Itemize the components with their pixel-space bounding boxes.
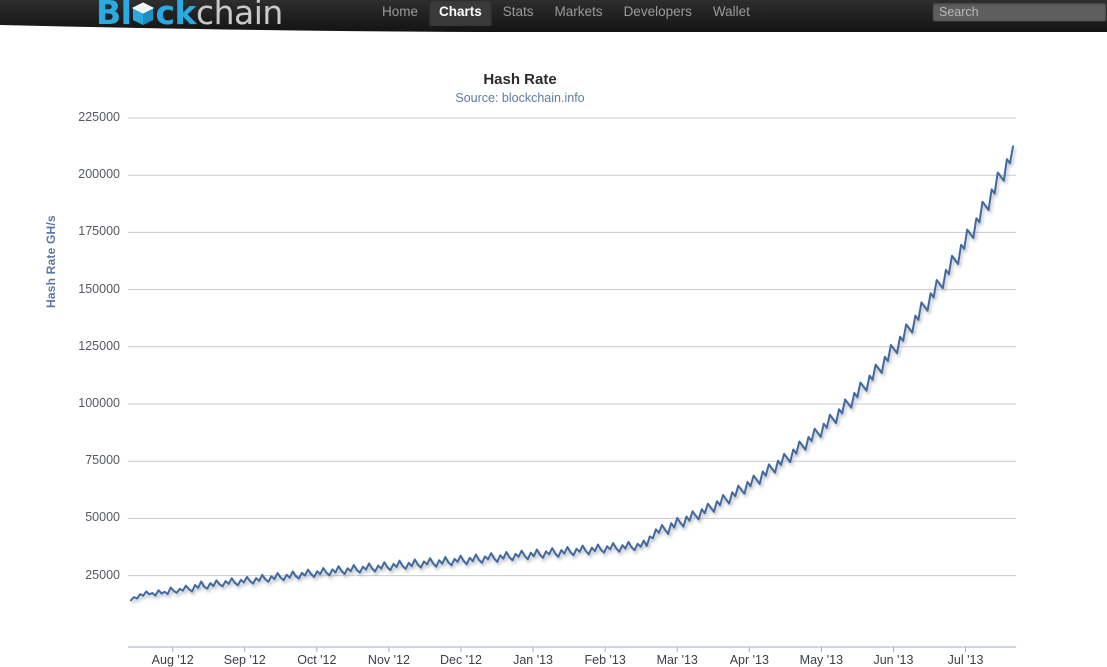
- blockchain-logo[interactable]: Bl ckchain: [96, 0, 283, 30]
- chart-gridlines: [128, 117, 1016, 577]
- nav-item-charts[interactable]: Charts: [429, 0, 492, 26]
- nav-item-home[interactable]: Home: [372, 0, 428, 26]
- plot-canvas: [128, 117, 1016, 652]
- logo-text-ck: ck: [155, 0, 196, 32]
- hash-rate-line: [130, 145, 1014, 602]
- nav-item-developers[interactable]: Developers: [614, 0, 702, 26]
- search-input[interactable]: [932, 2, 1107, 22]
- nav-item-stats[interactable]: Stats: [493, 0, 544, 26]
- cube-icon: [132, 2, 155, 25]
- hash-rate-chart: Hash Rate Source: blockchain.info Hash R…: [0, 40, 1107, 667]
- main-navigation: Home Charts Stats Markets Developers Wal…: [372, 0, 761, 26]
- nav-item-wallet[interactable]: Wallet: [703, 0, 760, 26]
- nav-item-markets[interactable]: Markets: [545, 0, 613, 26]
- x-axis-ticks: [172, 647, 967, 652]
- site-header: Bl ckchain Home Charts Stats Markets Deve…: [0, 0, 1107, 40]
- logo-text-bl: Bl: [96, 0, 132, 32]
- logo-text-chain: chain: [195, 0, 283, 32]
- search-container: [932, 2, 1107, 22]
